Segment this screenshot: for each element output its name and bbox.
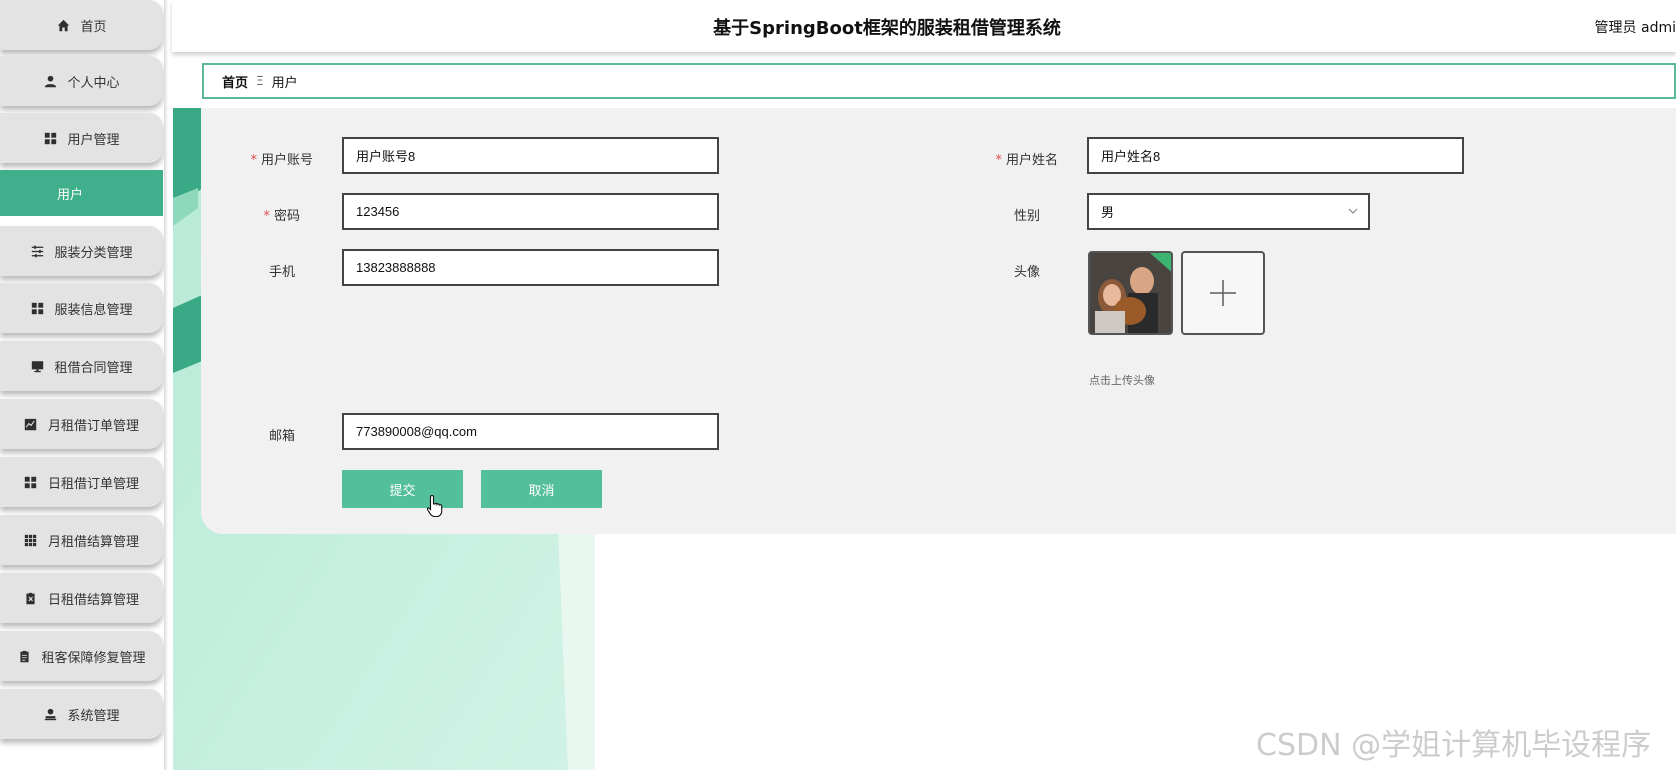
nav-user-management[interactable]: 用户管理 bbox=[0, 113, 163, 163]
password-input[interactable]: 123456 bbox=[342, 193, 719, 230]
sidebar-divider bbox=[164, 0, 168, 770]
nav-monthly-settlement-label: 月租借结算管理 bbox=[47, 534, 139, 550]
email-input[interactable]: 773890008@qq.com bbox=[342, 413, 719, 450]
nav-personal-center-label: 个人中心 bbox=[67, 75, 120, 91]
name-label: * 用户姓名 bbox=[995, 153, 1058, 168]
nav-daily-settlement-label: 日租借结算管理 bbox=[47, 592, 139, 608]
grid-icon bbox=[43, 131, 57, 145]
nav-home[interactable]: 首页 bbox=[0, 0, 163, 50]
phone-input[interactable]: 13823888888 bbox=[342, 249, 719, 286]
chart-icon bbox=[24, 417, 38, 431]
nav-daily-order[interactable]: 日租借订单管理 bbox=[0, 457, 163, 507]
nav-monthly-settlement[interactable]: 月租借结算管理 bbox=[0, 515, 163, 565]
clipboard-icon bbox=[17, 649, 31, 663]
plus-icon bbox=[1210, 280, 1236, 306]
monitor-icon bbox=[30, 359, 44, 373]
required-mark: * bbox=[263, 209, 270, 224]
account-input[interactable]: 用户账号8 bbox=[342, 137, 719, 174]
grid-icon bbox=[24, 475, 38, 489]
gender-select[interactable]: 男 bbox=[1087, 193, 1370, 230]
breadcrumb-current: 用户 bbox=[271, 75, 298, 91]
breadcrumb-home[interactable]: 首页 bbox=[222, 72, 248, 91]
nav-monthly-order[interactable]: 月租借订单管理 bbox=[0, 399, 163, 449]
watermark: CSDN @学姐计算机毕设程序 bbox=[1256, 728, 1652, 763]
nav-clothing-category-label: 服装分类管理 bbox=[54, 245, 133, 261]
name-input[interactable]: 用户姓名8 bbox=[1087, 137, 1464, 174]
nav-monthly-order-label: 月租借订单管理 bbox=[47, 418, 139, 434]
required-mark: * bbox=[995, 153, 1002, 168]
account-label: * 用户账号 bbox=[250, 153, 313, 168]
avatar-photo bbox=[1090, 253, 1171, 333]
nav-tenant-repair-label: 租客保障修复管理 bbox=[41, 650, 146, 666]
chevron-down-icon bbox=[1348, 208, 1358, 214]
user-icon bbox=[43, 707, 57, 721]
hand-cursor-icon bbox=[426, 494, 443, 518]
upload-avatar-button[interactable] bbox=[1181, 251, 1265, 335]
gender-label: 性别 bbox=[1013, 209, 1040, 224]
clipboard-x-icon bbox=[24, 591, 38, 605]
nav-clothing-category[interactable]: 服装分类管理 bbox=[0, 226, 163, 276]
avatar-label: 头像 bbox=[1013, 265, 1040, 280]
nav-rental-contract-label: 租借合同管理 bbox=[54, 360, 133, 376]
top-header: 基于SpringBoot框架的服装租借管理系统 管理员 admi bbox=[172, 0, 1676, 52]
nav-rental-contract[interactable]: 租借合同管理 bbox=[0, 341, 163, 391]
person-icon bbox=[43, 74, 57, 88]
nav-sub-user-label: 用户 bbox=[57, 187, 84, 203]
nav-daily-order-label: 日租借订单管理 bbox=[47, 476, 139, 492]
nav-clothing-info[interactable]: 服装信息管理 bbox=[0, 283, 163, 333]
home-icon bbox=[56, 18, 70, 32]
required-mark: * bbox=[250, 153, 257, 168]
sliders-icon bbox=[30, 244, 44, 258]
app-title: 基于SpringBoot框架的服装租借管理系统 bbox=[713, 18, 1061, 39]
nav-user-management-label: 用户管理 bbox=[67, 132, 120, 148]
email-label: 邮箱 bbox=[268, 429, 295, 444]
apps-icon bbox=[24, 533, 38, 547]
breadcrumb-separator: Ξ bbox=[256, 74, 264, 88]
upload-hint: 点击上传头像 bbox=[1089, 374, 1155, 387]
nav-system-management-label: 系统管理 bbox=[67, 708, 120, 724]
sidebar: 首页 个人中心 用户管理 用户 服装分类管理 服装信息管理 租借合同管理 月租借… bbox=[0, 0, 165, 770]
submit-button[interactable]: 提交 bbox=[342, 470, 463, 508]
nav-daily-settlement[interactable]: 日租借结算管理 bbox=[0, 573, 163, 623]
nav-tenant-repair[interactable]: 租客保障修复管理 bbox=[0, 631, 163, 681]
current-user[interactable]: 管理员 admi bbox=[1595, 17, 1676, 37]
nav-clothing-info-label: 服装信息管理 bbox=[54, 302, 133, 318]
phone-label: 手机 bbox=[268, 265, 295, 280]
breadcrumb: 首页 Ξ 用户 bbox=[202, 63, 1676, 99]
password-label: * 密码 bbox=[263, 209, 300, 224]
nav-system-management[interactable]: 系统管理 bbox=[0, 689, 163, 739]
nav-personal-center[interactable]: 个人中心 bbox=[0, 56, 163, 106]
cancel-button[interactable]: 取消 bbox=[481, 470, 602, 508]
grid-icon bbox=[30, 301, 44, 315]
nav-sub-user[interactable]: 用户 bbox=[0, 170, 163, 216]
avatar-thumbnail[interactable] bbox=[1088, 251, 1173, 335]
nav-home-label: 首页 bbox=[80, 19, 107, 35]
